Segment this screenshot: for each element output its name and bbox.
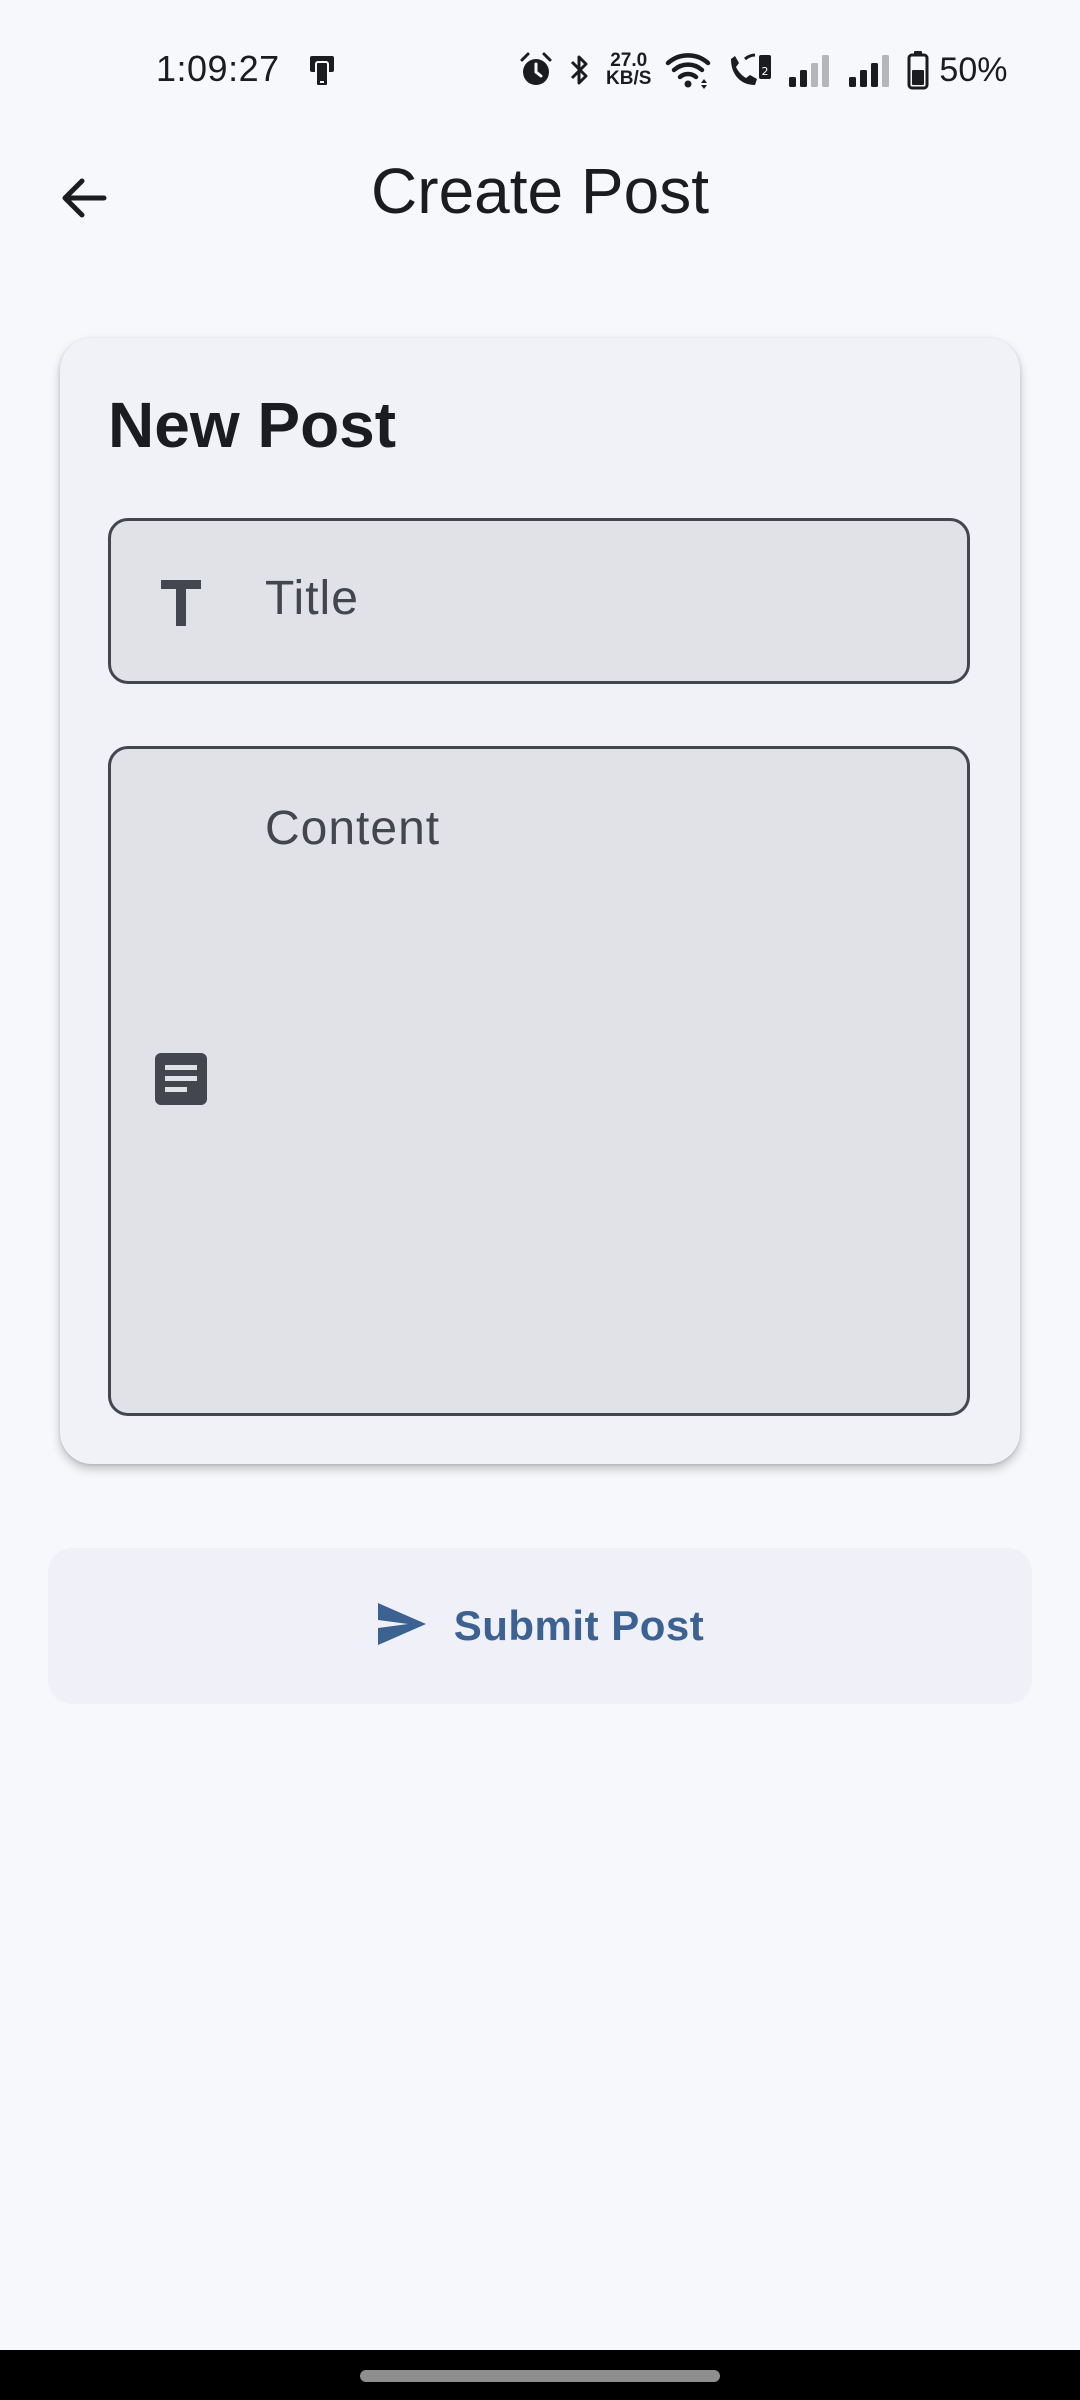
navigation-bar [0, 2350, 1080, 2400]
svg-text:2: 2 [762, 65, 769, 78]
status-time: 1:09:27 [156, 48, 280, 89]
new-post-card: New Post Title Content [60, 338, 1020, 1464]
status-bar: 1:09:27 27.0 KB/S 2 50% [0, 0, 1080, 140]
content-placeholder: Content [265, 802, 441, 855]
app-bar: Create Post [0, 140, 1080, 250]
network-speed: 27.0 KB/S [606, 51, 652, 89]
submit-post-button[interactable]: Submit Post [48, 1548, 1032, 1704]
send-icon [376, 1601, 428, 1652]
status-icons: 27.0 KB/S 2 50% [518, 48, 1007, 92]
page-title: Create Post [371, 155, 709, 227]
text-t-icon [153, 571, 209, 635]
battery-icon [907, 50, 929, 90]
alarm-icon [518, 51, 554, 89]
title-field[interactable]: Title [108, 518, 970, 684]
wifi-icon [665, 51, 711, 89]
bluetooth-icon [568, 51, 592, 89]
article-icon [153, 1051, 209, 1107]
signal-1-icon [787, 51, 833, 89]
battery-percent: 50% [939, 50, 1008, 89]
title-placeholder: Title [265, 572, 359, 625]
content-field[interactable]: Content [108, 746, 970, 1416]
network-speed-unit: KB/S [606, 68, 652, 89]
screen-mirror-icon [304, 52, 340, 88]
submit-post-label: Submit Post [453, 1602, 705, 1649]
signal-2-icon [847, 51, 893, 89]
wifi-calling-icon: 2 [725, 51, 773, 89]
card-heading: New Post [108, 389, 397, 461]
create-post-screen: 1:09:27 27.0 KB/S 2 50% Create Post New … [0, 0, 1080, 2400]
home-gesture-handle[interactable] [360, 2370, 720, 2382]
